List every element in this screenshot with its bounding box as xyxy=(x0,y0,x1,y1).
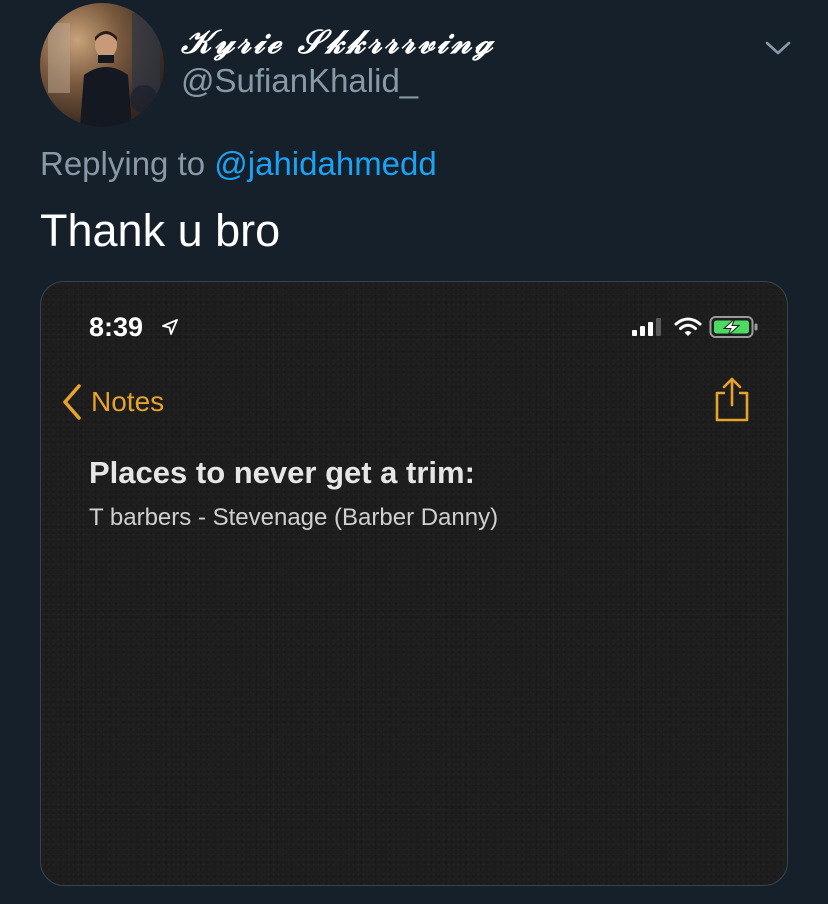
chevron-down-icon xyxy=(765,41,791,55)
user-handle[interactable]: @SufianKhalid_ xyxy=(181,62,418,100)
avatar[interactable] xyxy=(40,3,164,127)
display-name[interactable]: 𝒦𝓎𝓇𝒾ℯ 𝒮𝓀𝓀𝓇𝓇𝓇𝓋𝒾𝓃ℊ xyxy=(181,22,495,62)
reply-mention-link[interactable]: @jahidahmedd xyxy=(214,145,436,182)
back-button-label: Notes xyxy=(91,386,165,417)
avatar-photo xyxy=(48,13,160,127)
location-arrow-icon xyxy=(162,319,178,335)
note-title: Places to never get a trim: xyxy=(89,455,475,490)
wifi-icon xyxy=(674,317,702,336)
cellular-signal-icon xyxy=(632,318,661,336)
attached-screenshot[interactable]: 8:39 Notes Places to never get a trim: T… xyxy=(40,281,788,886)
chevron-left-icon xyxy=(63,384,81,420)
tweet-menu-button[interactable] xyxy=(760,30,796,66)
reply-prefix: Replying to xyxy=(40,145,215,182)
note-body: T barbers - Stevenage (Barber Danny) xyxy=(89,504,499,531)
reply-context: Replying to @jahidahmedd xyxy=(40,145,437,183)
status-bar-time: 8:39 xyxy=(89,312,144,342)
notes-back-button[interactable]: Notes xyxy=(61,382,164,422)
tweet-text: Thank u bro xyxy=(40,205,281,256)
battery-charging-icon xyxy=(709,316,758,338)
share-icon xyxy=(715,377,749,422)
share-button[interactable] xyxy=(711,376,753,424)
